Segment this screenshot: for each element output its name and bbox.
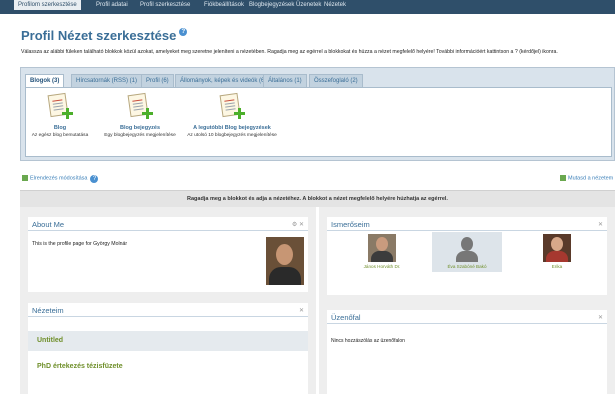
friend-avatar bbox=[368, 234, 396, 262]
block-controls[interactable]: ✕ bbox=[598, 221, 603, 228]
friend-item[interactable]: Éva Szabóné Bakó bbox=[432, 232, 502, 272]
nav-tab-profile-edit[interactable]: Profilom szerkesztése bbox=[14, 0, 81, 10]
block-blog-post[interactable]: Blog bejegyzés Egy blogbejegyzés megjele… bbox=[98, 92, 182, 138]
block-controls[interactable]: ✕ bbox=[598, 314, 603, 321]
show-view-link[interactable]: Mutasd a nézetem bbox=[560, 175, 613, 181]
friend-name[interactable]: Erika bbox=[522, 264, 592, 269]
friend-item[interactable]: János Horváth Dr. bbox=[347, 232, 417, 272]
block-description: Az egész blog bemutatása bbox=[31, 133, 89, 138]
block-name: Blog bejegyzés bbox=[119, 125, 161, 131]
drag-hint-bar: Ragadja meg a blokkot és adja a nézetéhe… bbox=[20, 190, 615, 207]
block-name: Blog bbox=[53, 125, 67, 131]
tab-general[interactable]: Általános (1) bbox=[263, 74, 307, 87]
nav-tab-profile-settings[interactable]: Profil szerkesztése bbox=[136, 0, 194, 10]
top-navigation: Profilom szerkesztése Profil adatai Prof… bbox=[0, 0, 615, 14]
block-title: Üzenőfal bbox=[331, 313, 361, 322]
nav-tab-account[interactable]: Fiókbeállítások bbox=[200, 0, 248, 10]
wall-empty-text: Nincs hozzászólás az üzenőfalon bbox=[331, 338, 405, 344]
block-header: Nézeteim ✕ bbox=[28, 303, 308, 317]
block-controls[interactable]: ✕ bbox=[299, 307, 304, 314]
friend-avatar bbox=[543, 234, 571, 262]
tab-summary[interactable]: Összefoglaló (2) bbox=[309, 74, 363, 87]
nav-tab-profile-data[interactable]: Profil adatai bbox=[92, 0, 132, 10]
friends-list: János Horváth Dr. Éva Szabóné Bakó Erika bbox=[327, 232, 607, 272]
view-icon bbox=[560, 175, 566, 181]
block-header: Ismerőseim ✕ bbox=[327, 217, 607, 231]
friend-avatar bbox=[453, 234, 481, 262]
tab-profile[interactable]: Profil (6) bbox=[141, 74, 174, 87]
page-title-text: Profil Nézet szerkesztése bbox=[21, 28, 177, 43]
block-blog[interactable]: Blog Az egész blog bemutatása bbox=[30, 92, 90, 138]
block-title: About Me bbox=[32, 220, 65, 229]
block-title: Ismerőseim bbox=[331, 220, 370, 229]
block-recent-posts[interactable]: A legutóbbi Blog bejegyzések Az utolsó 1… bbox=[184, 92, 280, 138]
blog-block-icon bbox=[46, 92, 74, 120]
my-views-block[interactable]: Nézeteim ✕ Untitled PhD értekezés tézisf… bbox=[28, 303, 308, 394]
block-list: Blog Az egész blog bemutatása Blog bejeg… bbox=[25, 87, 612, 157]
blog-post-block-icon bbox=[126, 92, 154, 120]
about-me-block[interactable]: About Me ⚙ ✕ This is the profile page fo… bbox=[28, 217, 308, 292]
left-column: About Me ⚙ ✕ This is the profile page fo… bbox=[20, 207, 316, 394]
view-item-untitled[interactable]: Untitled bbox=[28, 331, 308, 351]
help-icon[interactable]: ? bbox=[179, 28, 188, 36]
wall-block[interactable]: Üzenőfal ✕ Nincs hozzászólás az üzenőfal… bbox=[327, 310, 607, 394]
block-description: Egy blogbejegyzés megjelenítése bbox=[104, 133, 176, 138]
friend-item[interactable]: Erika bbox=[522, 232, 592, 272]
show-view-label: Mutasd a nézetem bbox=[568, 175, 614, 182]
block-title: Nézeteim bbox=[32, 306, 64, 315]
edit-icon bbox=[22, 175, 28, 181]
recent-posts-block-icon bbox=[218, 92, 246, 120]
block-controls[interactable]: ⚙ ✕ bbox=[292, 221, 304, 228]
nav-tab-views[interactable]: Nézetek bbox=[320, 0, 350, 10]
change-layout-link[interactable]: Elrendezés módosítása? bbox=[22, 175, 99, 183]
friend-name[interactable]: Éva Szabóné Bakó bbox=[432, 264, 502, 269]
block-header: Üzenőfal ✕ bbox=[327, 310, 607, 324]
intro-text: Válassza az alábbi füleken található blo… bbox=[21, 49, 558, 55]
view-item-phd[interactable]: PhD értekezés tézisfüzete bbox=[28, 357, 308, 377]
about-me-text: This is the profile page for György Moln… bbox=[32, 241, 128, 247]
tab-blogs[interactable]: Blogok (3) bbox=[25, 74, 65, 87]
friends-block[interactable]: Ismerőseim ✕ János Horváth Dr. Éva Szabó… bbox=[327, 217, 607, 295]
page-title: Profil Nézet szerkesztése? bbox=[21, 28, 188, 43]
change-layout-label: Elrendezés módosítása bbox=[30, 175, 88, 182]
block-description: Az utolsó 10 blogbejegyzés megjelenítése bbox=[187, 133, 277, 138]
right-column: Ismerőseim ✕ János Horváth Dr. Éva Szabó… bbox=[319, 207, 615, 394]
nav-tab-blog-posts[interactable]: Blogbejegyzések bbox=[245, 0, 298, 10]
profile-photo bbox=[266, 237, 304, 285]
block-selector-panel: Blogok (3) Hírcsatornák (RSS) (1) Profil… bbox=[20, 67, 615, 161]
block-header: About Me ⚙ ✕ bbox=[28, 217, 308, 231]
block-name: A legutóbbi Blog bejegyzések bbox=[193, 125, 271, 131]
friend-name[interactable]: János Horváth Dr. bbox=[347, 264, 417, 269]
tab-files-images-videos[interactable]: Állományok, képek és videók (6) bbox=[175, 74, 272, 87]
tab-rss[interactable]: Hírcsatornák (RSS) (1) bbox=[71, 74, 143, 87]
help-icon[interactable]: ? bbox=[90, 175, 99, 183]
